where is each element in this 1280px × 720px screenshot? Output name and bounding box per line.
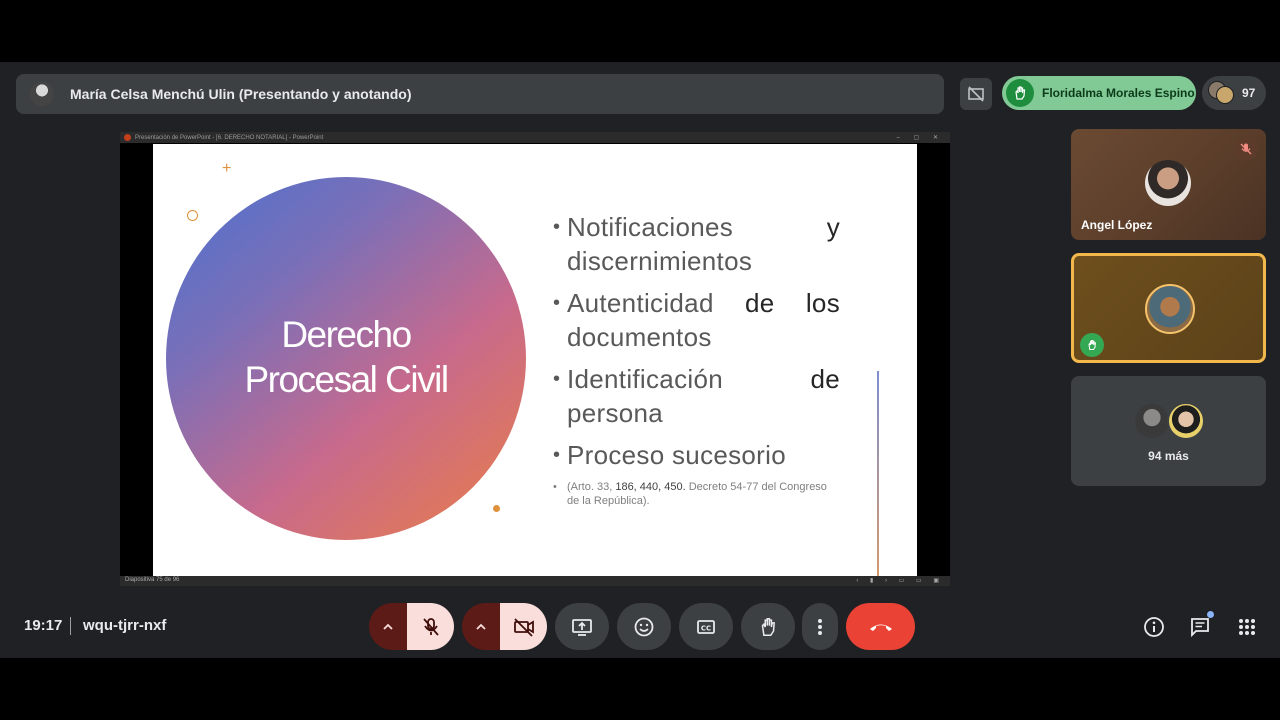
more-participants-label: 94 más — [1148, 449, 1189, 463]
present-screen-button[interactable] — [555, 603, 609, 650]
avatar — [1145, 160, 1191, 206]
more-options-button[interactable] — [802, 603, 838, 650]
participant-avatars — [1208, 81, 1234, 105]
mic-options-button[interactable] — [369, 603, 407, 650]
activities-button[interactable] — [1233, 613, 1261, 641]
legal-reference-note: (Arto. 33, 186, 440, 450. Decreto 54-77 … — [553, 480, 840, 508]
presenter-bar[interactable]: María Celsa Menchú Ulin (Presentando y a… — [16, 74, 944, 114]
slide-title: Derecho Procesal Civil — [166, 312, 526, 402]
clock: 19:17 — [24, 617, 63, 634]
chat-icon — [1191, 618, 1209, 638]
more-participants-tile[interactable]: 94 más — [1071, 376, 1266, 486]
raise-hand-button[interactable] — [741, 603, 795, 650]
bullet-text: y — [826, 212, 840, 242]
slide-title-line2: Procesal Civil — [244, 359, 449, 400]
divider — [70, 617, 71, 635]
dot-decoration — [493, 505, 500, 512]
captions-button[interactable]: CC — [679, 603, 733, 650]
slide: + Derecho Procesal Civil Notificaciones y… — [153, 144, 917, 576]
powerpoint-title: Presentación de PowerPoint - [6. DERECHO… — [135, 134, 324, 141]
raise-hand-icon — [761, 617, 776, 636]
camera-options-button[interactable] — [462, 603, 500, 650]
participant-name: Angel López — [1081, 218, 1153, 232]
participant-tile-angel[interactable]: Angel López — [1071, 129, 1266, 240]
powerpoint-titlebar: Presentación de PowerPoint - [6. DERECHO… — [120, 132, 950, 143]
bullet-item: Identificación de persona — [553, 362, 840, 430]
bullet-text: de — [810, 364, 840, 394]
note-bold-numbers: 186, 440, 450. — [615, 481, 686, 493]
presentation-off-icon — [968, 86, 984, 102]
chevron-up-icon — [383, 623, 393, 630]
emoji-icon — [634, 617, 654, 636]
leave-call-button[interactable] — [846, 603, 915, 650]
avatar — [1145, 284, 1195, 334]
window-controls-icon: – ▢ ✕ — [896, 135, 944, 141]
mic-control — [369, 603, 454, 650]
meet-window: María Celsa Menchú Ulin (Presentando y a… — [0, 62, 1280, 658]
apps-grid-icon — [1239, 619, 1255, 635]
participants-button[interactable]: 97 — [1202, 76, 1266, 110]
chevron-up-icon — [476, 623, 486, 630]
raised-hand-chip[interactable]: Floridalma Morales Espino — [1002, 76, 1196, 110]
present-screen-icon — [572, 618, 592, 636]
participant-tile-active[interactable] — [1071, 253, 1266, 363]
hide-presentation-button[interactable] — [960, 78, 992, 110]
bullet-item: Proceso sucesorio — [553, 438, 840, 472]
plus-decoration-icon: + — [222, 160, 232, 177]
meeting-code: wqu-tjrr-nxf — [83, 617, 167, 634]
slide-title-line1: Derecho — [281, 314, 412, 355]
bullet-text: persona — [567, 398, 664, 428]
bullet-text: Notificaciones — [567, 212, 734, 242]
participant-count: 97 — [1242, 86, 1256, 100]
bullet-text: Autenticidad — [567, 288, 714, 318]
bullet-text: Proceso sucesorio — [567, 440, 786, 470]
svg-text:CC: CC — [701, 624, 711, 632]
bullet-text: los — [805, 288, 840, 318]
presenter-label: María Celsa Menchú Ulin (Presentando y a… — [70, 86, 412, 102]
closed-captions-icon: CC — [697, 619, 715, 634]
powerpoint-statusbar: Diapositiva 75 de 96 ‹ ▮ › ▭ ▭ ▣ — [120, 576, 950, 586]
more-vert-icon — [818, 618, 822, 635]
notification-dot — [1207, 611, 1214, 618]
chat-button[interactable] — [1186, 611, 1214, 641]
participant-avatars — [1133, 402, 1209, 442]
info-icon — [1144, 617, 1164, 637]
hang-up-icon — [869, 624, 892, 631]
shared-presentation: Presentación de PowerPoint - [6. DERECHO… — [120, 132, 950, 586]
bullet-list: Notificaciones y discernimientos Autentic… — [553, 210, 840, 508]
slideshow-controls-icon[interactable]: ‹ ▮ › ▭ ▭ ▣ — [856, 577, 944, 584]
vertical-accent-line — [877, 371, 879, 576]
bullet-text: discernimientos — [567, 246, 753, 276]
reactions-button[interactable] — [617, 603, 671, 650]
ring-decoration — [187, 210, 198, 221]
slide-counter: Diapositiva 75 de 96 — [125, 577, 180, 583]
raised-hand-icon — [1080, 333, 1104, 357]
camera-toggle-button[interactable] — [500, 603, 547, 650]
bullet-text: documentos — [567, 322, 712, 352]
raised-hand-icon — [1006, 79, 1034, 107]
mic-off-icon — [1234, 137, 1258, 161]
note-numbers: 33, — [596, 481, 613, 493]
bullet-item: Autenticidad delos documentos — [553, 286, 840, 354]
bullet-item: Notificaciones y discernimientos — [553, 210, 840, 278]
mic-toggle-button[interactable] — [407, 603, 454, 650]
powerpoint-icon — [124, 134, 131, 141]
bullet-text: de — [745, 288, 775, 318]
presenter-avatar — [30, 82, 54, 106]
camera-off-icon — [513, 617, 534, 637]
meeting-info-button[interactable] — [1140, 613, 1168, 641]
note-prefix: (Arto. — [567, 481, 594, 493]
raised-hand-name: Floridalma Morales Espino — [1042, 86, 1195, 100]
mic-off-icon — [422, 617, 439, 636]
bullet-text: Identificación — [567, 364, 723, 394]
camera-control — [462, 603, 547, 650]
